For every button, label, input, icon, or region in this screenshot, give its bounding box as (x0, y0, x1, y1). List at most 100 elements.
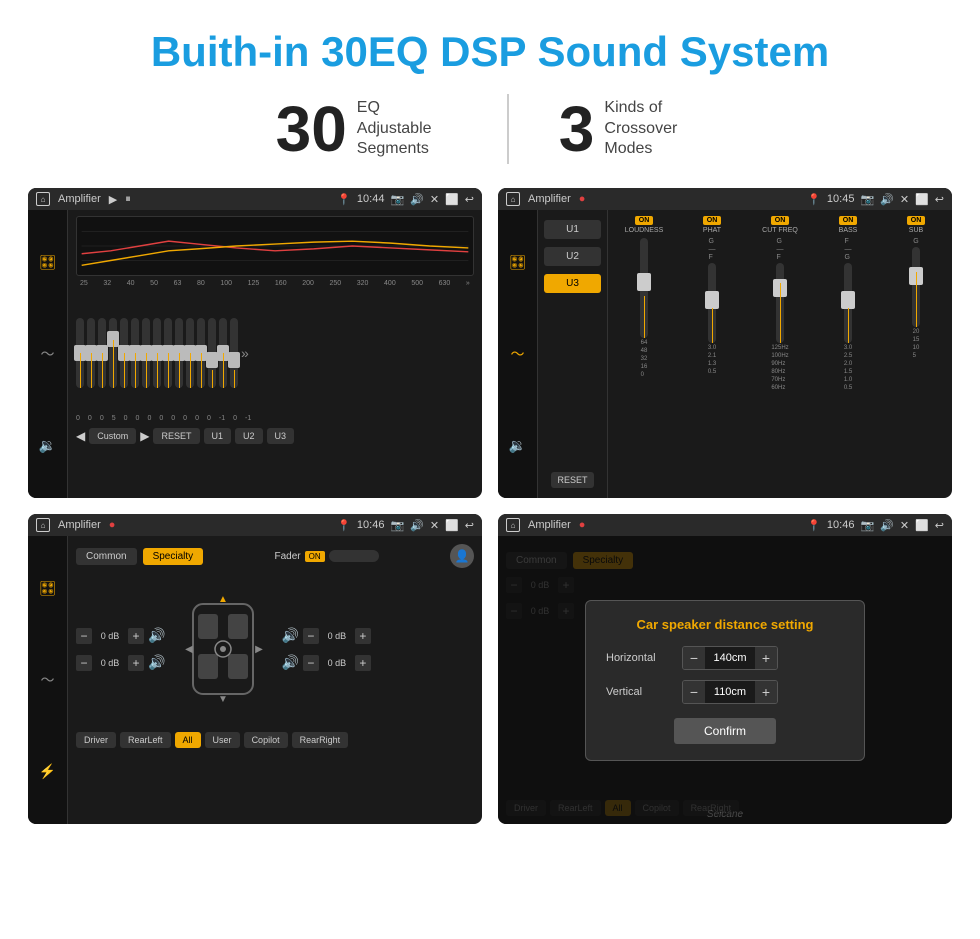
rearright-plus-btn[interactable]: + (355, 655, 371, 671)
eq-back-btn[interactable]: ◀ (76, 429, 85, 443)
rearleft-db-control: − 0 dB + 🔊 (76, 654, 165, 671)
amp-u1-btn[interactable]: U1 (544, 220, 601, 239)
copilot-pos-btn[interactable]: Copilot (244, 732, 288, 748)
eq-slider-14[interactable] (219, 318, 227, 388)
horizontal-row: Horizontal − 140cm + (606, 646, 844, 670)
confirm-button[interactable]: Confirm (674, 718, 776, 744)
sub-slider[interactable] (912, 247, 920, 327)
phat-slider[interactable] (708, 263, 716, 343)
spk-camera-icon[interactable]: 📷 (390, 519, 404, 532)
dlg-home-icon[interactable]: ⌂ (506, 518, 520, 532)
cutfreq-slider[interactable] (776, 263, 784, 343)
eq-reset-btn[interactable]: RESET (153, 428, 199, 444)
eq-slider-9[interactable] (164, 318, 172, 388)
horizontal-plus-btn[interactable]: + (755, 647, 777, 669)
dlg-back-icon[interactable]: ↩ (935, 519, 944, 532)
amp-status-left: ⌂ Amplifier ● (506, 192, 585, 206)
eq-slider-15[interactable] (230, 318, 238, 388)
spk-common-tab[interactable]: Common (76, 548, 137, 565)
eq-tune-icon[interactable]: 🎛 (39, 254, 57, 271)
spk-back-icon[interactable]: ↩ (465, 519, 474, 532)
eq-play-icon[interactable]: ▶ (109, 193, 117, 206)
dlg-app-title: Amplifier (528, 519, 571, 531)
dlg-volume-icon[interactable]: 🔊 (880, 519, 894, 532)
spk-bt-icon[interactable]: ⚡ (39, 763, 56, 780)
eq-slider-10[interactable] (175, 318, 183, 388)
amp-tune-icon[interactable]: 🎛 (509, 254, 527, 271)
amp-home-icon[interactable]: ⌂ (506, 192, 520, 206)
amp-vol-icon[interactable]: 🔉 (509, 437, 526, 454)
speaker-screen: ⌂ Amplifier ● 📍 10:46 📷 🔊 ✕ ⬜ ↩ 🎛 〜 ⚡ (28, 514, 482, 824)
amp-reset-btn[interactable]: RESET (551, 472, 593, 488)
eq-more-icon[interactable]: » (466, 280, 470, 287)
amp-window-icon[interactable]: ⬜ (915, 193, 929, 206)
eq-slider-1[interactable] (76, 318, 84, 388)
spk-window-icon[interactable]: ⬜ (445, 519, 459, 532)
copilot-minus-btn[interactable]: − (303, 628, 319, 644)
volume-icon[interactable]: 🔊 (410, 193, 424, 206)
eq-pause-icon[interactable]: ⏸ (125, 193, 131, 206)
eq-slider-5[interactable] (120, 318, 128, 388)
rearleft-plus-btn[interactable]: + (128, 655, 144, 671)
spk-close-icon[interactable]: ✕ (430, 519, 439, 532)
rearleft-pos-btn[interactable]: RearLeft (120, 732, 171, 748)
spk-volume-icon[interactable]: 🔊 (410, 519, 424, 532)
eq-slider-12[interactable] (197, 318, 205, 388)
eq-forward-btn[interactable]: ▶ (140, 429, 149, 443)
eq-slider-6[interactable] (131, 318, 139, 388)
rearleft-minus-btn[interactable]: − (76, 655, 92, 671)
eq-vol-icon[interactable]: 🔉 (39, 437, 56, 454)
eq-next-icon[interactable]: » (241, 345, 249, 361)
eq-custom-btn[interactable]: Custom (89, 428, 136, 444)
amp-close-icon[interactable]: ✕ (900, 193, 909, 206)
eq-slider-11[interactable] (186, 318, 194, 388)
horizontal-minus-btn[interactable]: − (683, 647, 705, 669)
eq-slider-7[interactable] (142, 318, 150, 388)
eq-u1-btn[interactable]: U1 (204, 428, 232, 444)
back-icon[interactable]: ↩ (465, 193, 474, 206)
eq-slider-8[interactable] (153, 318, 161, 388)
driver-minus-btn[interactable]: − (76, 628, 92, 644)
eq-slider-2[interactable] (87, 318, 95, 388)
spk-tune-icon[interactable]: 🎛 (39, 580, 57, 597)
dlg-close-icon[interactable]: ✕ (900, 519, 909, 532)
dlg-camera-icon[interactable]: 📷 (860, 519, 874, 532)
position-buttons: Driver RearLeft All User Copilot RearRig… (76, 732, 474, 748)
spk-wave-icon[interactable]: 〜 (41, 670, 55, 690)
bass-slider[interactable] (844, 263, 852, 343)
close-icon[interactable]: ✕ (430, 193, 439, 206)
vertical-plus-btn[interactable]: + (755, 681, 777, 703)
amp-wave-icon[interactable]: 〜 (511, 344, 525, 364)
amp-back-icon[interactable]: ↩ (935, 193, 944, 206)
copilot-plus-btn[interactable]: + (355, 628, 371, 644)
copilot-db-control: 🔊 − 0 dB + (281, 627, 370, 644)
rearright-pos-btn[interactable]: RearRight (292, 732, 349, 748)
spk-home-icon[interactable]: ⌂ (36, 518, 50, 532)
eq-time: 10:44 (357, 193, 385, 205)
vertical-minus-btn[interactable]: − (683, 681, 705, 703)
fader-slider[interactable] (329, 550, 379, 562)
all-pos-btn[interactable]: All (175, 732, 201, 748)
rearright-minus-btn[interactable]: − (303, 655, 319, 671)
eq-slider-13[interactable] (208, 318, 216, 388)
amp-camera-icon[interactable]: 📷 (860, 193, 874, 206)
eq-slider-3[interactable] (98, 318, 106, 388)
user-pos-btn[interactable]: User (205, 732, 240, 748)
dlg-window-icon[interactable]: ⬜ (915, 519, 929, 532)
driver-pos-btn[interactable]: Driver (76, 732, 116, 748)
bass-on: ON (839, 216, 858, 225)
amp-u2-btn[interactable]: U2 (544, 247, 601, 266)
eq-u3-btn[interactable]: U3 (267, 428, 295, 444)
spk-specialty-tab[interactable]: Specialty (143, 548, 204, 565)
eq-u2-btn[interactable]: U2 (235, 428, 263, 444)
spk-top-row: Common Specialty Fader ON 👤 (76, 544, 474, 568)
loudness-slider[interactable] (640, 238, 648, 338)
eq-slider-4[interactable] (109, 318, 117, 388)
eq-wave-icon[interactable]: 〜 (41, 344, 55, 364)
driver-plus-btn[interactable]: + (128, 628, 144, 644)
home-icon[interactable]: ⌂ (36, 192, 50, 206)
window-icon[interactable]: ⬜ (445, 193, 459, 206)
camera-icon[interactable]: 📷 (390, 193, 404, 206)
amp-volume-icon[interactable]: 🔊 (880, 193, 894, 206)
amp-u3-btn[interactable]: U3 (544, 274, 601, 293)
